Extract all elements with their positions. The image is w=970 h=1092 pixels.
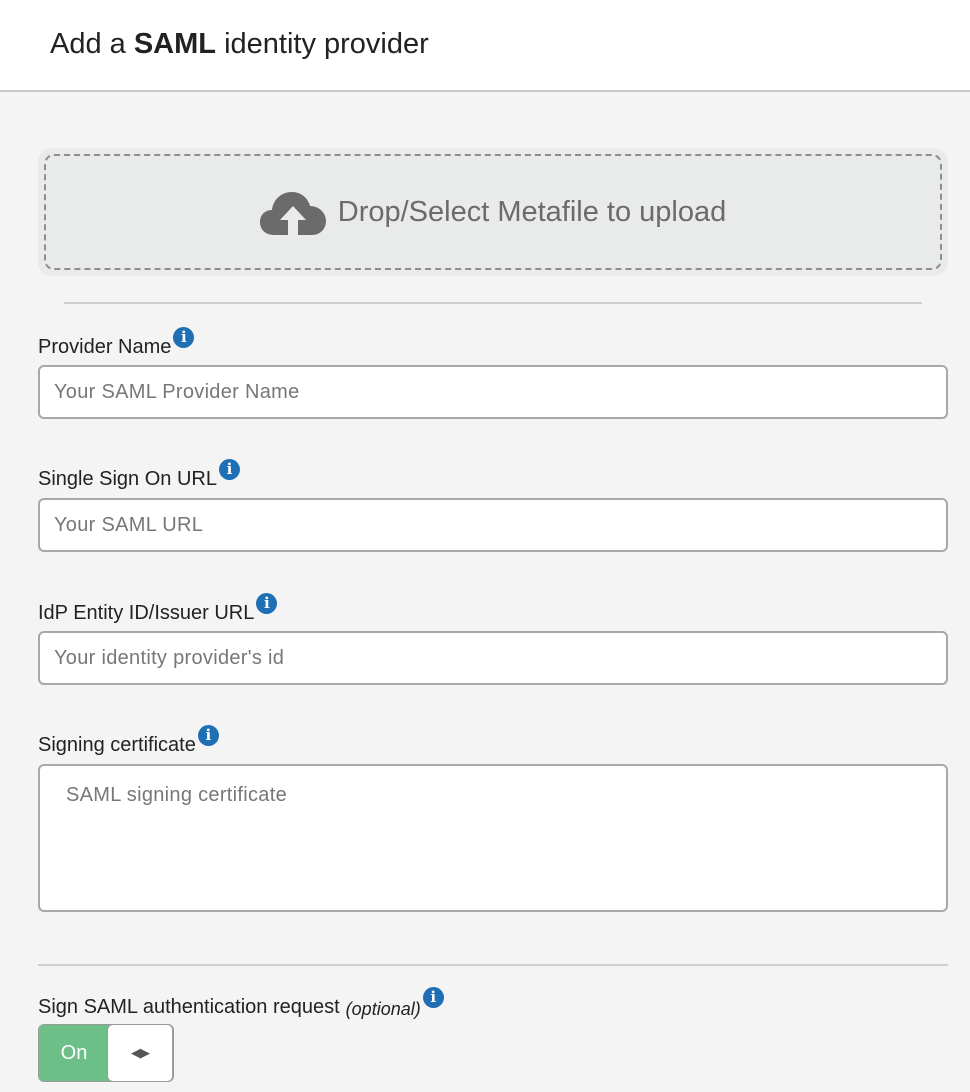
info-icon[interactable]: i (197, 725, 219, 746)
info-icon[interactable]: i (422, 987, 444, 1008)
toggle-handle[interactable]: ◀▶ (107, 1025, 173, 1081)
page-header: Add a SAML identity provider (0, 0, 970, 92)
dropzone-border[interactable]: Drop/Select Metafile to upload (44, 154, 942, 270)
dropzone-label: Drop/Select Metafile to upload (337, 195, 727, 228)
sso-url-input[interactable] (38, 498, 948, 552)
sign-request-label: Sign SAML authentication request (optiona… (38, 987, 444, 1020)
provider-name-input[interactable] (38, 365, 948, 419)
info-icon[interactable]: i (256, 593, 278, 614)
section-divider (38, 964, 948, 966)
optional-tag: (optional) (345, 999, 421, 1019)
arrows-horizontal-icon: ◀▶ (131, 1045, 150, 1060)
info-icon[interactable]: i (173, 327, 195, 348)
certificate-textarea[interactable] (38, 764, 948, 912)
entity-id-input[interactable] (38, 631, 948, 685)
certificate-label: Signing certificate i (38, 725, 219, 757)
page-title: Add a SAML identity provider (50, 28, 429, 60)
toggle-on-label: On (39, 1025, 109, 1081)
cloud-upload-icon (259, 192, 326, 235)
sso-url-label: Single Sign On URL i (38, 459, 240, 491)
info-icon[interactable]: i (218, 459, 240, 480)
provider-name-label: Provider Name i (38, 327, 195, 359)
metafile-dropzone[interactable]: Drop/Select Metafile to upload (38, 148, 948, 276)
sign-request-toggle[interactable]: On ◀▶ (38, 1024, 174, 1082)
upload-divider (64, 302, 922, 304)
entity-id-label: IdP Entity ID/Issuer URL i (38, 593, 278, 625)
